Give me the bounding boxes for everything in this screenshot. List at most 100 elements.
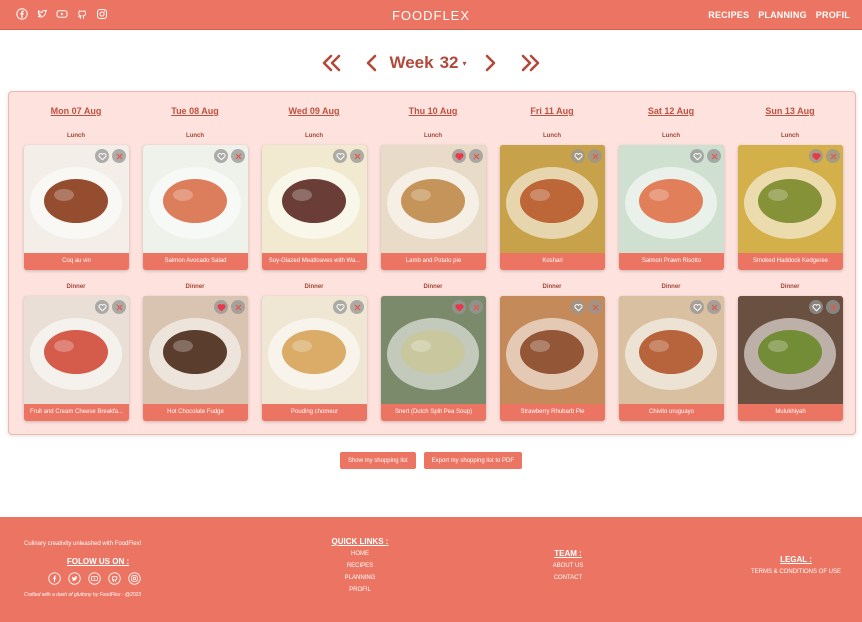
remove-x-icon[interactable] xyxy=(707,149,721,163)
favorite-heart-icon[interactable] xyxy=(452,300,466,314)
favorite-heart-icon[interactable] xyxy=(690,300,704,314)
github-icon[interactable] xyxy=(108,572,121,585)
remove-x-icon[interactable] xyxy=(350,149,364,163)
favorite-heart-icon[interactable] xyxy=(95,300,109,314)
remove-x-icon[interactable] xyxy=(707,300,721,314)
favorite-heart-icon[interactable] xyxy=(214,300,228,314)
remove-x-icon[interactable] xyxy=(588,149,602,163)
lunch-recipe-card[interactable]: Lamb and Potato pie xyxy=(381,145,486,270)
week-navigation: Week 32 ▾ xyxy=(0,48,862,78)
recipe-title[interactable]: Salmon Prawn Risotto xyxy=(619,253,724,270)
dinner-recipe-card[interactable]: Pouding chomeur xyxy=(262,296,367,421)
footer-link-contact[interactable]: CONTACT xyxy=(518,572,618,584)
day-header[interactable]: Mon 07 Aug xyxy=(21,106,131,116)
remove-x-icon[interactable] xyxy=(469,149,483,163)
first-week-double-chevron-left-icon[interactable] xyxy=(321,52,343,74)
recipe-title[interactable]: Coq au vin xyxy=(24,253,129,270)
recipe-title[interactable]: Strawberry Rhubarb Pie xyxy=(500,404,605,421)
remove-x-icon[interactable] xyxy=(826,300,840,314)
nav-profil[interactable]: PROFIL xyxy=(816,10,850,20)
team-heading: TEAM : xyxy=(554,549,582,558)
favorite-heart-icon[interactable] xyxy=(95,149,109,163)
recipe-title[interactable]: Pouding chomeur xyxy=(262,404,367,421)
footer-link-home[interactable]: HOME xyxy=(300,548,420,560)
week-label: Week xyxy=(389,53,434,72)
favorite-heart-icon[interactable] xyxy=(809,300,823,314)
dinner-recipe-card[interactable]: Hot Chocolate Fudge xyxy=(143,296,248,421)
dinner-label: Dinner xyxy=(780,284,800,290)
last-week-double-chevron-right-icon[interactable] xyxy=(519,52,541,74)
remove-x-icon[interactable] xyxy=(588,300,602,314)
previous-week-chevron-left-icon[interactable] xyxy=(361,52,383,74)
favorite-heart-icon[interactable] xyxy=(571,300,585,314)
dinner-recipe-card[interactable]: Strawberry Rhubarb Pie xyxy=(500,296,605,421)
youtube-icon[interactable] xyxy=(88,572,101,585)
footer-link-profil[interactable]: PROFIL xyxy=(300,584,420,596)
day-header[interactable]: Thu 10 Aug xyxy=(378,106,488,116)
nav-planning[interactable]: PLANNING xyxy=(758,10,807,20)
lunch-recipe-card[interactable]: Koshari xyxy=(500,145,605,270)
remove-x-icon[interactable] xyxy=(826,149,840,163)
day-header[interactable]: Sat 12 Aug xyxy=(616,106,726,116)
favorite-heart-icon[interactable] xyxy=(571,149,585,163)
dinner-recipe-card[interactable]: Chivito uruguayo xyxy=(619,296,724,421)
recipe-title[interactable]: Snert (Dutch Split Pea Soup) xyxy=(381,404,486,421)
day-header[interactable]: Tue 08 Aug xyxy=(140,106,250,116)
recipe-title[interactable]: Soy-Glazed Meatloaves with Wa... xyxy=(262,253,367,270)
favorite-heart-icon[interactable] xyxy=(333,149,347,163)
next-week-chevron-right-icon[interactable] xyxy=(479,52,501,74)
day-header[interactable]: Wed 09 Aug xyxy=(259,106,369,116)
recipe-title[interactable]: Lamb and Potato pie xyxy=(381,253,486,270)
footer-link-planning[interactable]: PLANNING xyxy=(300,572,420,584)
footer-link-recipes[interactable]: RECIPES xyxy=(300,560,420,572)
lunch-recipe-card[interactable]: Soy-Glazed Meatloaves with Wa... xyxy=(262,145,367,270)
recipe-title[interactable]: Mulukhiyah xyxy=(738,404,843,421)
recipe-title[interactable]: Fruit and Cream Cheese Breakfa... xyxy=(24,404,129,421)
remove-x-icon[interactable] xyxy=(112,300,126,314)
lunch-recipe-card[interactable]: Coq au vin xyxy=(24,145,129,270)
favorite-heart-icon[interactable] xyxy=(452,149,466,163)
recipe-title[interactable]: Chivito uruguayo xyxy=(619,404,724,421)
dinner-recipe-card[interactable]: Mulukhiyah xyxy=(738,296,843,421)
dinner-recipe-card[interactable]: Fruit and Cream Cheese Breakfa... xyxy=(24,296,129,421)
remove-x-icon[interactable] xyxy=(350,300,364,314)
recipe-title[interactable]: Salmon Avocado Salad xyxy=(143,253,248,270)
lunch-recipe-card[interactable]: Salmon Avocado Salad xyxy=(143,145,248,270)
recipe-photo xyxy=(143,296,248,404)
favorite-heart-icon[interactable] xyxy=(690,149,704,163)
twitter-icon[interactable] xyxy=(68,572,81,585)
recipe-title[interactable]: Koshari xyxy=(500,253,605,270)
recipe-photo xyxy=(381,145,486,253)
facebook-icon[interactable] xyxy=(48,572,61,585)
favorite-heart-icon[interactable] xyxy=(333,300,347,314)
week-number[interactable]: 32 xyxy=(440,53,459,73)
recipe-title[interactable]: Hot Chocolate Fudge xyxy=(143,404,248,421)
recipe-photo xyxy=(738,145,843,253)
remove-x-icon[interactable] xyxy=(231,300,245,314)
lunch-recipe-card[interactable]: Salmon Prawn Risotto xyxy=(619,145,724,270)
footer-link-terms[interactable]: TERMS & CONDITIONS OF USE xyxy=(730,566,862,578)
dinner-label: Dinner xyxy=(185,284,205,290)
follow-us-heading: FOLOW US ON : xyxy=(66,557,130,566)
week-select-chevron-down-icon[interactable]: ▾ xyxy=(463,59,467,68)
lunch-label: Lunch xyxy=(781,133,799,139)
favorite-heart-icon[interactable] xyxy=(809,149,823,163)
recipe-photo xyxy=(262,145,367,253)
footer-link-about-us[interactable]: ABOUT US xyxy=(518,560,618,572)
show-shopping-list-button[interactable]: Show my shopping list xyxy=(339,452,416,469)
dinner-recipe-card[interactable]: Snert (Dutch Split Pea Soup) xyxy=(381,296,486,421)
recipe-photo xyxy=(262,296,367,404)
instagram-icon[interactable] xyxy=(128,572,141,585)
remove-x-icon[interactable] xyxy=(231,149,245,163)
export-shopping-list-pdf-button[interactable]: Export my shopping list to PDF xyxy=(423,452,523,469)
remove-x-icon[interactable] xyxy=(469,300,483,314)
recipe-title[interactable]: Smoked Haddock Kedgeree xyxy=(738,253,843,270)
lunch-label: Lunch xyxy=(662,133,680,139)
lunch-recipe-card[interactable]: Smoked Haddock Kedgeree xyxy=(738,145,843,270)
day-header[interactable]: Sun 13 Aug xyxy=(735,106,845,116)
favorite-heart-icon[interactable] xyxy=(214,149,228,163)
day-header[interactable]: Fri 11 Aug xyxy=(497,106,607,116)
remove-x-icon[interactable] xyxy=(112,149,126,163)
nav-recipes[interactable]: RECIPES xyxy=(708,10,749,20)
dinner-label: Dinner xyxy=(304,284,324,290)
